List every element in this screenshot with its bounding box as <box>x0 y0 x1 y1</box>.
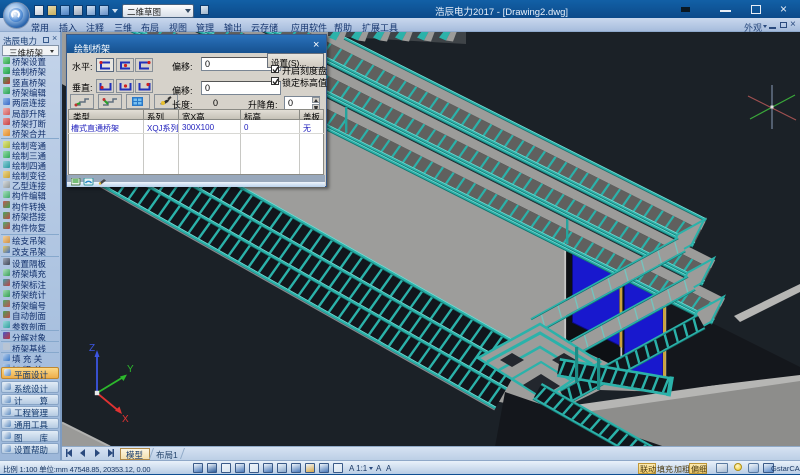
svg-text:X: X <box>122 414 129 425</box>
svg-text:Z: Z <box>89 343 95 354</box>
svg-text:Y: Y <box>127 364 134 375</box>
